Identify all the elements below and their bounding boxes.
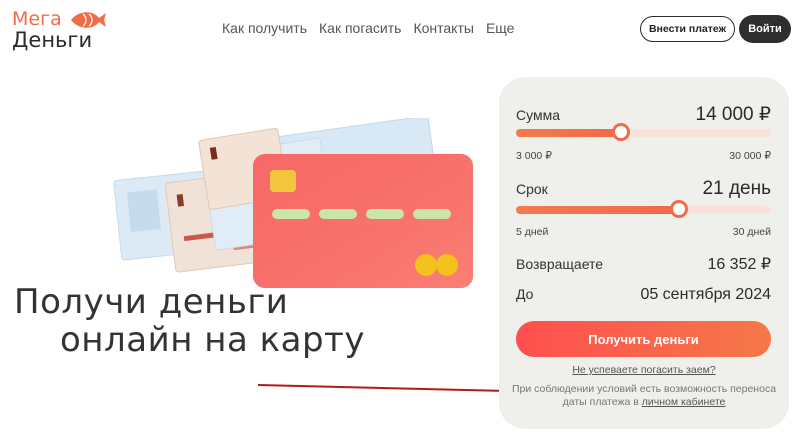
amount-slider[interactable] [516, 123, 771, 141]
term-slider-fill [516, 206, 680, 214]
amount-range: 3 000 ₽ 30 000 ₽ [516, 150, 771, 162]
fish-icon [71, 12, 106, 28]
term-label: Срок [516, 181, 548, 197]
payment-transfer-note: При соблюдении условий есть возможность … [509, 383, 779, 409]
personal-cabinet-link[interactable]: личном кабинете [642, 396, 726, 408]
return-value: 16 352 ₽ [707, 256, 771, 273]
late-repayment-link[interactable]: Не успеваете погасить заем? [499, 364, 789, 376]
cash-and-card-illustration [113, 118, 473, 288]
term-value: 21 день [702, 178, 771, 199]
return-row: Возвращаете 16 352 ₽ [516, 254, 771, 274]
term-range: 5 дней 30 дней [516, 226, 771, 238]
get-money-button[interactable]: Получить деньги [516, 321, 771, 357]
hero-title: Получи деньги онлайн на карту [14, 283, 365, 359]
logo[interactable]: Мега Деньги [12, 6, 107, 52]
hero-title-line1: Получи деньги [14, 282, 289, 322]
term-min: 5 дней [516, 226, 549, 238]
amount-value: 14 000 ₽ [695, 104, 771, 125]
nav-how-to-repay[interactable]: Как погасить [319, 20, 401, 36]
amount-slider-thumb[interactable] [611, 123, 630, 141]
amount-label: Сумма [516, 107, 560, 123]
return-label: Возвращаете [516, 256, 604, 272]
term-row: Срок 21 день [516, 178, 771, 200]
login-button[interactable]: Войти [739, 15, 791, 43]
term-slider[interactable] [516, 200, 771, 218]
loan-calculator: Сумма 14 000 ₽ 3 000 ₽ 30 000 ₽ Срок 21 … [499, 77, 789, 429]
nav-more[interactable]: Еще [486, 20, 515, 36]
logo-bottom-text: Деньги [12, 28, 93, 52]
main-nav: Как получить Как погасить Контакты Еще [222, 20, 514, 36]
amount-max: 30 000 ₽ [729, 150, 771, 162]
amount-row: Сумма 14 000 ₽ [516, 103, 771, 126]
due-row: До 05 сентября 2024 [516, 286, 771, 304]
amount-slider-fill [516, 129, 621, 137]
due-value: 05 сентября 2024 [640, 286, 771, 303]
arrow-annotation-icon [258, 384, 518, 396]
due-label: До [516, 286, 534, 302]
term-slider-thumb[interactable] [670, 200, 689, 218]
make-payment-button[interactable]: Внести платеж [640, 16, 735, 42]
logo-top-text: Мега [12, 8, 62, 30]
amount-min: 3 000 ₽ [516, 150, 552, 162]
term-max: 30 дней [732, 226, 771, 238]
nav-contacts[interactable]: Контакты [413, 20, 473, 36]
hero-title-line2: онлайн на карту [60, 320, 365, 360]
nav-how-to-get[interactable]: Как получить [222, 20, 307, 36]
